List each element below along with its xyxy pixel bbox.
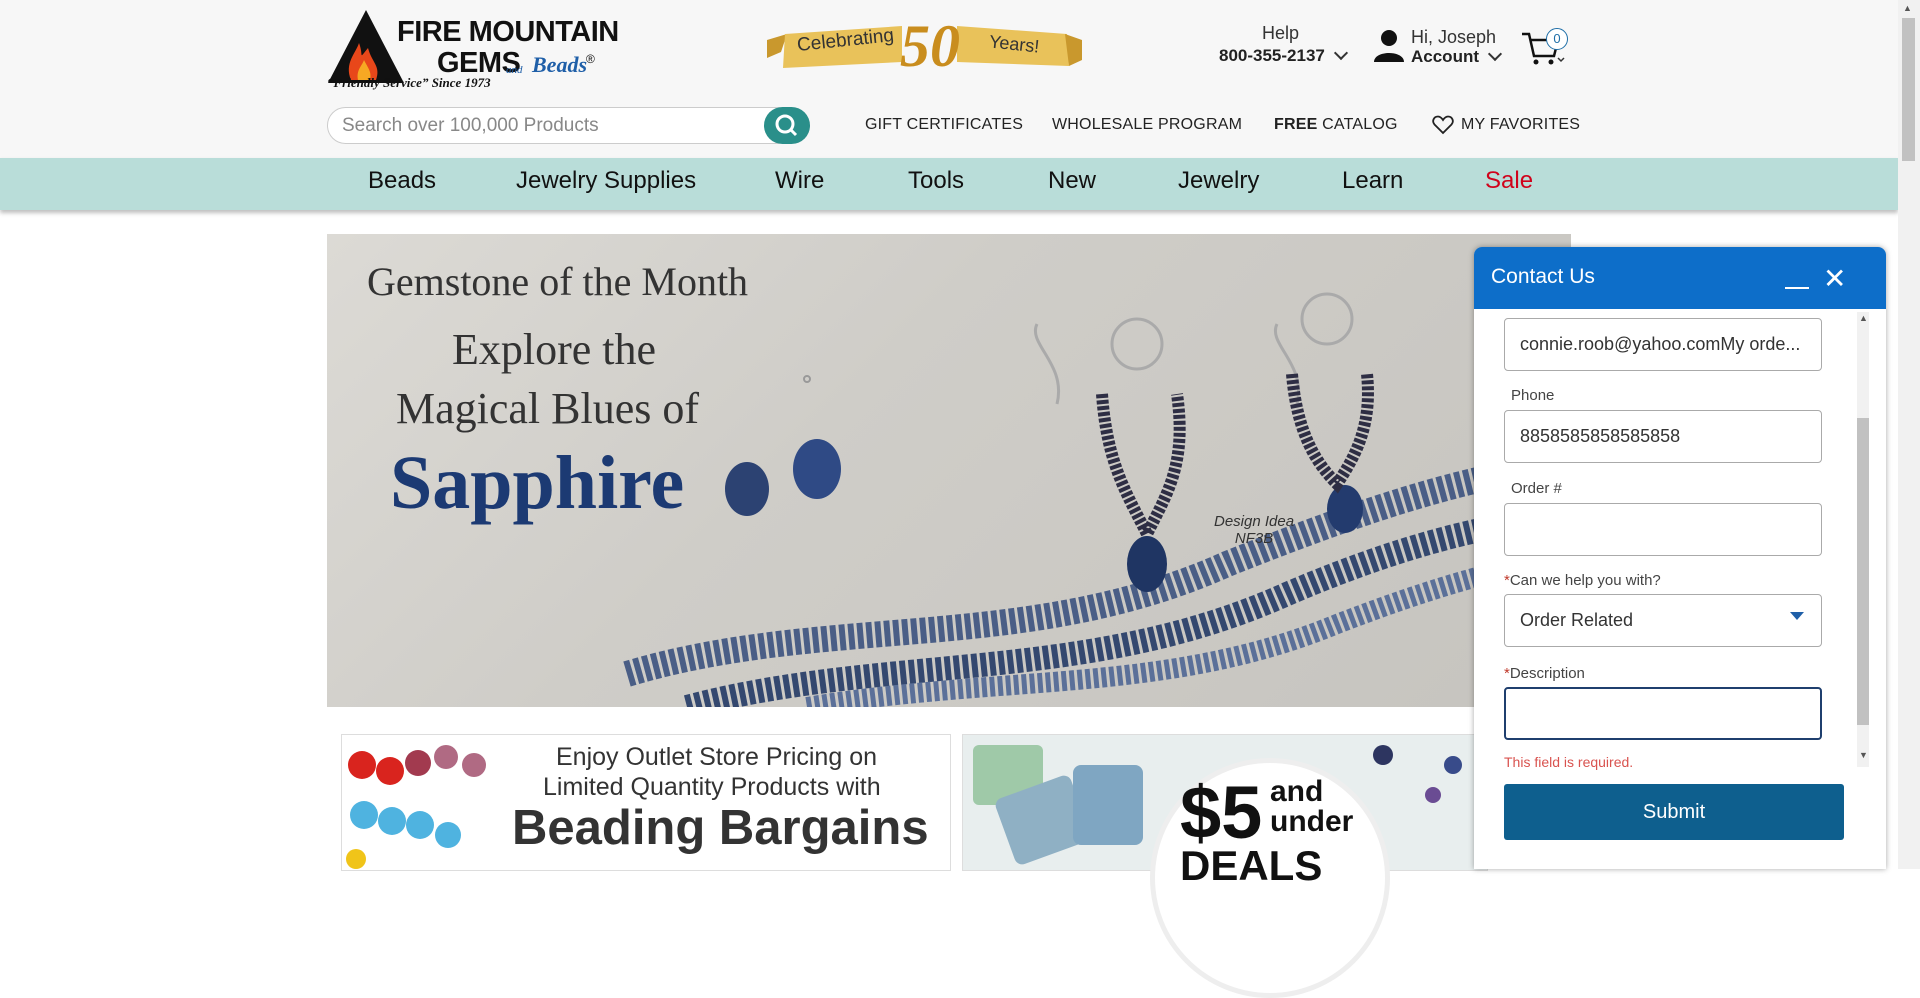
cart-count-badge: 0	[1546, 28, 1568, 50]
search-button[interactable]	[764, 107, 810, 144]
menu-item-jewelry-supplies[interactable]: Jewelry Supplies	[516, 167, 696, 195]
menu-item-tools[interactable]: Tools	[908, 167, 964, 195]
order-number-label: Order #	[1511, 480, 1562, 497]
phone-label: Phone	[1511, 387, 1555, 404]
help-phone-number[interactable]: 800-355-2137	[1219, 46, 1325, 65]
menu-item-beads[interactable]: Beads	[368, 167, 436, 195]
menu-item-jewelry[interactable]: Jewelry	[1178, 167, 1259, 195]
celebrating-50-years-badge: Celebrating 50 Years!	[767, 12, 1082, 82]
catalog-label[interactable]: CATALOG	[1322, 116, 1398, 133]
account-label[interactable]: Account	[1411, 47, 1479, 66]
search-input[interactable]: Search over 100,000 Products	[327, 107, 795, 144]
page-scrollbar-thumb[interactable]	[1902, 18, 1915, 161]
outlet-text-line2: Limited Quantity Products with	[543, 773, 881, 801]
help-topic-label-text: Can we help you with?	[1509, 572, 1661, 589]
logo-beads: Beads	[532, 52, 587, 77]
gift-certificates-link[interactable]: GIFT CERTIFICATES	[865, 116, 1023, 134]
scroll-down-arrow-icon[interactable]: ▼	[1859, 750, 1868, 760]
contact-us-title: Contact Us	[1491, 265, 1595, 288]
heart-icon[interactable]	[1432, 115, 1454, 140]
search-icon	[775, 114, 798, 137]
logo-and: and	[506, 64, 523, 76]
banner-line2: Magical Blues of	[396, 384, 700, 433]
minimize-icon[interactable]	[1785, 287, 1809, 289]
order-number-field[interactable]	[1504, 503, 1822, 556]
banner-kicker: Gemstone of the Month	[367, 259, 749, 304]
help-topic-label: *Can we help you with?	[1504, 572, 1661, 589]
deals-and: and	[1270, 775, 1324, 808]
outlet-headline: Beading Bargains	[512, 801, 929, 855]
my-favorites-link[interactable]: MY FAVORITES	[1461, 116, 1580, 134]
help-label[interactable]: Help	[1262, 23, 1299, 44]
deals-under: under	[1270, 805, 1354, 838]
phone-field[interactable]: 8858585858585858	[1504, 410, 1822, 463]
menu-item-learn[interactable]: Learn	[1342, 167, 1403, 195]
logo-tagline: “Friendly Service” Since 1973	[327, 75, 491, 90]
outlet-text-line1: Enjoy Outlet Store Pricing on	[556, 743, 877, 771]
email-field[interactable]: connie.roob@yahoo.comMy orde...	[1504, 318, 1822, 371]
field-error-message: This field is required.	[1504, 754, 1634, 770]
submit-button[interactable]: Submit	[1504, 784, 1844, 840]
user-icon[interactable]	[1372, 28, 1406, 64]
chevron-down-icon[interactable]	[1487, 46, 1502, 62]
close-icon[interactable]: ✕	[1823, 265, 1846, 293]
design-idea-label: Design Idea	[1214, 513, 1295, 530]
free-label[interactable]: FREE	[1274, 116, 1317, 133]
design-idea-code: NF3B	[1234, 530, 1274, 547]
logo-line1: FIRE MOUNTAIN	[397, 16, 619, 48]
wholesale-program-link[interactable]: WHOLESALE PROGRAM	[1052, 116, 1242, 134]
help-topic-select[interactable]: Order Related	[1504, 594, 1822, 647]
menu-item-wire[interactable]: Wire	[775, 167, 824, 195]
dropdown-caret-icon[interactable]	[1790, 612, 1804, 620]
banner-design-idea: Design Idea NF3B	[1214, 513, 1294, 547]
deals-and-under: and under	[1270, 777, 1353, 837]
logo-registered: ®	[586, 52, 595, 66]
scroll-up-arrow-icon[interactable]: ▲	[1903, 3, 1912, 13]
celebrating-number: 50	[900, 13, 960, 79]
widget-footer-mask	[1476, 770, 1884, 784]
account-menu[interactable]: Account	[1411, 46, 1502, 67]
account-greeting[interactable]: Hi, Joseph	[1411, 27, 1496, 48]
chevron-down-icon[interactable]	[1333, 45, 1348, 61]
description-label-text: Description	[1509, 665, 1585, 682]
help-phone[interactable]: 800-355-2137	[1219, 45, 1348, 66]
banner-headline: Sapphire	[390, 441, 685, 525]
menu-item-new[interactable]: New	[1048, 167, 1096, 195]
free-catalog-link[interactable]: FREE CATALOG	[1274, 116, 1398, 134]
widget-scrollbar-thumb[interactable]	[1857, 418, 1869, 725]
deals-word: DEALS	[1180, 842, 1323, 889]
banner-line1: Explore the	[452, 325, 657, 374]
description-label: *Description	[1504, 665, 1585, 682]
description-field[interactable]	[1504, 687, 1822, 740]
scroll-up-arrow-icon[interactable]: ▲	[1859, 313, 1868, 323]
menu-item-sale[interactable]: Sale	[1485, 167, 1533, 195]
